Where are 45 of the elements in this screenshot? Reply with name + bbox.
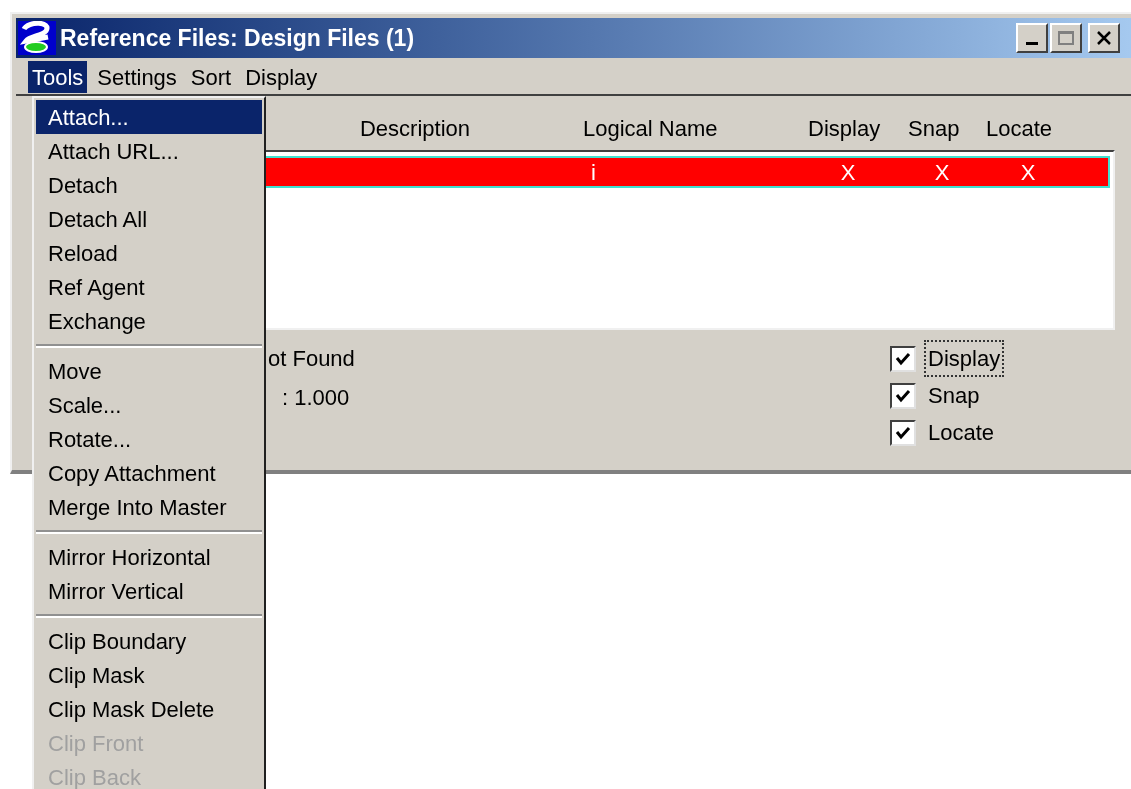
table-cell-text: i bbox=[590, 158, 597, 187]
menu-bar-item[interactable]: Settings bbox=[93, 61, 181, 93]
menu-bar-item[interactable]: Sort bbox=[186, 61, 236, 93]
menu-item[interactable]: Detach All bbox=[36, 202, 262, 236]
checkmark-icon bbox=[895, 388, 911, 403]
menu-item[interactable]: Clip Mask bbox=[36, 658, 262, 692]
menu-item[interactable]: Reload bbox=[36, 236, 262, 270]
menu-item[interactable]: Mirror Horizontal bbox=[36, 540, 262, 574]
checkbox-label: Display bbox=[926, 342, 1003, 375]
detail-text: : 1.000 bbox=[281, 384, 351, 412]
table-cell-text: X bbox=[933, 158, 951, 187]
menu-item[interactable]: Clip Boundary bbox=[36, 624, 262, 658]
menu-item[interactable]: Clip Mask Delete bbox=[36, 692, 262, 726]
maximize-button[interactable] bbox=[1050, 23, 1082, 53]
menu-item[interactable]: Mirror Vertical bbox=[36, 574, 262, 608]
table-cell-text: X bbox=[839, 158, 857, 187]
table-cell-text: X bbox=[1019, 158, 1037, 187]
column-header[interactable]: Logical Name bbox=[565, 111, 790, 145]
menu-item[interactable]: Attach... bbox=[36, 100, 262, 134]
menu-item[interactable]: Ref Agent bbox=[36, 270, 262, 304]
column-header[interactable]: Locate bbox=[978, 111, 1070, 145]
minimize-button[interactable] bbox=[1016, 23, 1048, 53]
menu-bar-item[interactable]: Tools bbox=[28, 61, 88, 93]
menu-item[interactable]: Exchange bbox=[36, 304, 262, 338]
checkmark-icon bbox=[895, 425, 911, 440]
checkmark-icon bbox=[895, 351, 911, 366]
menu-item[interactable]: Copy Attachment bbox=[36, 456, 262, 490]
column-header[interactable]: Display bbox=[790, 111, 898, 145]
checkbox-label: Locate bbox=[927, 419, 996, 447]
menu-bar-item[interactable]: Display bbox=[241, 61, 322, 93]
menu-item[interactable]: Rotate... bbox=[36, 422, 262, 456]
column-header[interactable]: Description bbox=[265, 111, 565, 145]
detail-text: ot Found bbox=[268, 345, 356, 373]
app-logo-icon bbox=[18, 21, 56, 55]
close-icon bbox=[1096, 31, 1112, 45]
menu-item[interactable]: Merge Into Master bbox=[36, 490, 262, 524]
checkbox[interactable] bbox=[890, 345, 916, 372]
checkbox[interactable] bbox=[890, 382, 916, 409]
column-header[interactable]: Snap bbox=[898, 111, 978, 145]
window-title: Reference Files: Design Files (1) bbox=[60, 23, 415, 53]
checkbox-label: Snap bbox=[927, 382, 981, 410]
checkbox[interactable] bbox=[890, 419, 916, 446]
menu-item[interactable]: Move bbox=[36, 354, 262, 388]
close-button[interactable] bbox=[1088, 23, 1120, 53]
menu-item[interactable]: Scale... bbox=[36, 388, 262, 422]
